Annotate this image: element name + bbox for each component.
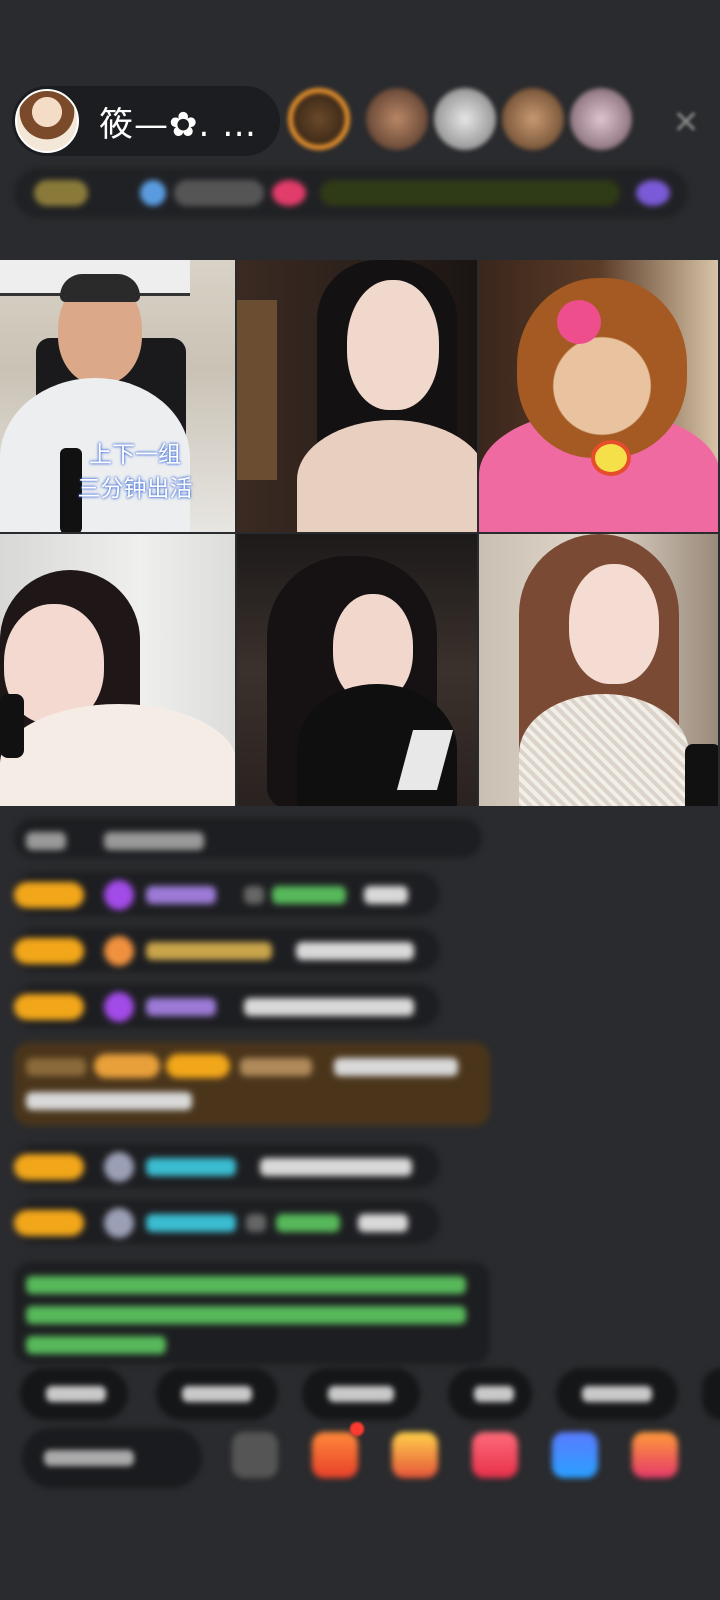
video-tile-3[interactable] [479,260,720,534]
host-info-pill[interactable]: 筱—✿. … [12,86,280,156]
chat-message-2 [14,928,440,972]
treasure-icon[interactable] [392,1432,438,1478]
chat-message-0 [14,818,482,858]
quick-tag-3[interactable] [302,1368,420,1420]
viewer-avatar-2[interactable] [366,88,428,150]
video-tile-1[interactable]: 上下一组 三分钟出活 [0,260,237,534]
quick-tag-4[interactable] [448,1368,532,1420]
chat-message-1 [14,872,440,916]
grid-icon[interactable] [632,1432,678,1478]
viewer-avatar-3[interactable] [434,88,496,150]
chat-input[interactable] [22,1428,202,1488]
chat-notice [14,1262,490,1364]
quick-tag-2[interactable] [156,1368,278,1420]
host-avatar[interactable] [15,89,79,153]
viewer-avatar-4[interactable] [502,88,564,150]
video-tile-5[interactable] [237,534,479,808]
chat-message-5 [14,1200,440,1244]
video-tile-6[interactable] [479,534,720,808]
quick-tag-5[interactable] [556,1368,678,1420]
video-tile-2[interactable] [237,260,479,534]
host-name: 筱—✿. … [99,104,258,145]
quick-tag-6[interactable] [702,1368,720,1420]
room-info-bar[interactable] [14,168,688,218]
video-caption: 上下一组 三分钟出活 [77,442,193,502]
video-tile-4[interactable] [0,534,237,808]
chat-message-3 [14,984,440,1028]
quick-tag-1[interactable] [20,1368,128,1420]
more-icon[interactable] [232,1432,278,1478]
close-icon[interactable]: ✕ [668,104,704,140]
chat-message-4 [14,1144,440,1188]
viewer-avatar-1[interactable] [288,88,350,150]
video-grid: 上下一组 三分钟出活 [0,260,720,808]
chat-system-message [14,1042,490,1126]
heart-icon[interactable] [472,1432,518,1478]
chat-bubble-icon[interactable] [552,1432,598,1478]
gift-icon[interactable] [312,1432,358,1478]
viewer-avatar-5[interactable] [570,88,632,150]
notification-dot [350,1422,364,1436]
